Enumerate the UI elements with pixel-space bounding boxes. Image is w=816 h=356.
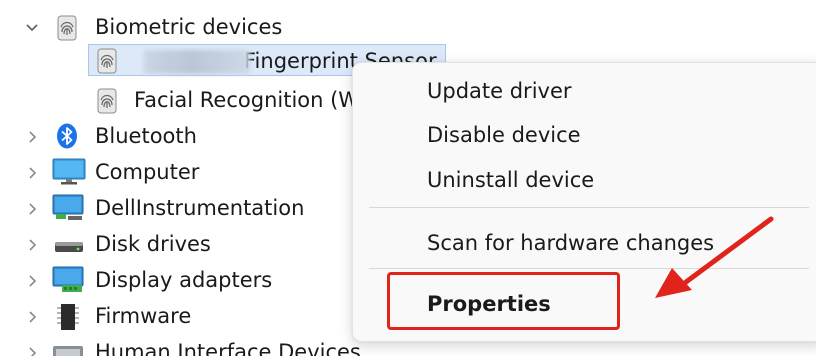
- chevron-right-icon[interactable]: [24, 201, 40, 217]
- tree-item-facial-recognition[interactable]: Facial Recognition (W: [0, 84, 359, 118]
- tree-item-label: Bluetooth: [95, 124, 197, 148]
- disk-drive-icon: [54, 232, 84, 258]
- tree-item-label: Computer: [95, 160, 200, 184]
- tree-item-firmware[interactable]: Firmware: [0, 300, 300, 334]
- tree-item-label: Firmware: [95, 304, 192, 328]
- chevron-right-icon[interactable]: [24, 345, 40, 356]
- chevron-right-icon[interactable]: [24, 273, 40, 289]
- tree-item-dellinstrumentation[interactable]: DellInstrumentation: [0, 192, 320, 226]
- menu-item-scan-hardware[interactable]: Scan for hardware changes: [427, 231, 714, 255]
- display-adapter-icon: [52, 266, 86, 292]
- chevron-down-icon[interactable]: [24, 20, 40, 36]
- chevron-right-icon[interactable]: [24, 237, 40, 253]
- chevron-right-icon[interactable]: [24, 309, 40, 325]
- fingerprint-icon: [94, 88, 120, 114]
- tree-item-label: Facial Recognition (W: [134, 88, 360, 112]
- chevron-right-icon[interactable]: [24, 129, 40, 145]
- bluetooth-icon: [54, 123, 80, 149]
- menu-item-disable-device[interactable]: Disable device: [427, 123, 581, 147]
- tree-item-computer[interactable]: Computer: [0, 156, 300, 190]
- menu-item-uninstall-device[interactable]: Uninstall device: [427, 168, 594, 192]
- network-monitor-icon: [52, 194, 86, 220]
- menu-item-update-driver[interactable]: Update driver: [427, 79, 572, 103]
- tree-item-human-interface-devices[interactable]: Human Interface Devices: [0, 336, 380, 356]
- tree-item-bluetooth[interactable]: Bluetooth: [0, 120, 300, 154]
- tree-item-biometric-devices[interactable]: Biometric devices: [0, 11, 300, 45]
- tree-item-label: Biometric devices: [95, 15, 283, 39]
- tree-item-label: Display adapters: [95, 268, 273, 292]
- hid-icon: [52, 342, 86, 356]
- chevron-right-icon[interactable]: [24, 165, 40, 181]
- monitor-icon: [52, 158, 86, 185]
- fingerprint-icon: [94, 48, 120, 74]
- tree-item-display-adapters[interactable]: Display adapters: [0, 264, 300, 298]
- annotation-highlight-box: [387, 272, 620, 330]
- tree-item-label: Disk drives: [95, 232, 211, 256]
- menu-separator: [369, 207, 809, 208]
- firmware-chip-icon: [56, 302, 80, 332]
- fingerprint-icon: [54, 15, 80, 41]
- tree-item-label: Human Interface Devices: [95, 340, 361, 356]
- tree-item-disk-drives[interactable]: Disk drives: [0, 228, 300, 262]
- tree-item-label: DellInstrumentation: [95, 196, 305, 220]
- menu-separator: [369, 268, 809, 269]
- device-manager-screenshot: Biometric devices Fingerprint Sensor Fac…: [0, 0, 816, 356]
- redaction-blur: [144, 50, 250, 74]
